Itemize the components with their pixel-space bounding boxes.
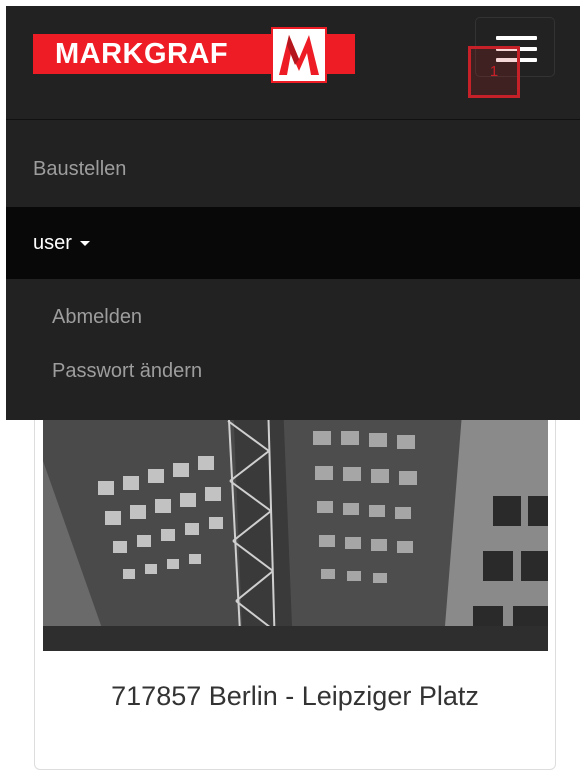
construction-site-photo[interactable] [43,401,548,651]
menu-item-user-dropdown[interactable]: user [6,207,580,279]
top-navbar: MARKGRAF 1 [6,6,580,120]
user-dropdown-label: user [33,232,72,254]
navbar-collapse-menu: Baustellen user Abmelden Passwort ändern [6,120,580,420]
logo-text: MARKGRAF [55,38,229,70]
construction-site-title[interactable]: 717857 Berlin - Leipziger Platz [35,681,555,712]
construction-photo-image [43,401,548,651]
notification-badge: 1 [468,46,520,98]
menu-item-passwort-aendern[interactable]: Passwort ändern [52,360,202,383]
construction-site-card[interactable]: 717857 Berlin - Leipziger Platz [34,400,556,770]
logo-m-mark-icon [271,27,327,83]
menu-item-abmelden[interactable]: Abmelden [52,306,142,329]
caret-down-icon [79,241,90,247]
hamburger-icon [496,36,537,40]
menu-item-baustellen[interactable]: Baustellen [33,158,126,181]
markgraf-logo[interactable]: MARKGRAF [33,27,355,83]
